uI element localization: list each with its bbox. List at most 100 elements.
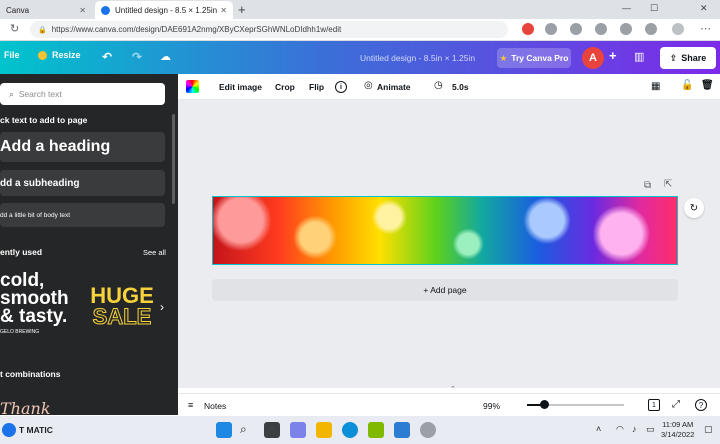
see-all-link[interactable]: See all: [143, 248, 166, 257]
snipping-tool-icon[interactable]: [368, 422, 384, 438]
share-button[interactable]: ⇪ Share: [660, 47, 716, 69]
add-heading-label: Add a heading: [0, 138, 111, 155]
profile-avatar[interactable]: [672, 23, 684, 35]
canva-favicon-icon: [101, 5, 110, 15]
search-icon: ⌕: [9, 88, 14, 99]
resize-button[interactable]: Resize: [38, 50, 81, 60]
recorder-logo-icon: [2, 423, 16, 437]
click-to-add-label: ck text to add to page: [0, 115, 88, 125]
fullscreen-icon[interactable]: ⤢: [672, 399, 680, 410]
try-canva-pro-button[interactable]: ★ Try Canva Pro: [497, 48, 571, 68]
search-icon[interactable]: ⌕: [240, 422, 256, 438]
chevron-right-icon[interactable]: ›: [160, 300, 164, 314]
color-picker-icon[interactable]: [186, 80, 199, 93]
todo-icon[interactable]: [394, 422, 410, 438]
refresh-icon[interactable]: ↻: [10, 22, 19, 35]
windows-taskbar: T MATIC ⌕ ˄ ◠ ♪ ▭ 11:09 AM 3/14/2022 ▢: [0, 416, 720, 444]
flip-button[interactable]: Flip: [309, 82, 324, 92]
add-body-text-button[interactable]: dd a little bit of body text: [0, 203, 165, 227]
tab-untitled-design[interactable]: Untitled design - 8.5 × 1.25in ✕: [95, 1, 233, 19]
url-field[interactable]: 🔒 https://www.canva.com/design/DAE691A2n…: [30, 21, 508, 38]
analytics-icon[interactable]: ▥: [634, 50, 644, 63]
cloud-save-icon[interactable]: ☁: [160, 50, 171, 63]
wifi-icon[interactable]: ◠: [616, 424, 624, 435]
url-text: https://www.canva.com/design/DAE691A2nmg…: [51, 25, 342, 34]
animate-button[interactable]: Animate: [377, 82, 411, 92]
notification-icon[interactable]: ▢: [704, 424, 713, 435]
huge-text: HUGE: [90, 283, 154, 308]
battery-icon[interactable]: ▭: [646, 424, 655, 435]
add-page-icon[interactable]: ⇱: [664, 179, 672, 190]
maximize-button[interactable]: ☐: [650, 3, 658, 14]
template-line-3: & tasty.: [0, 306, 68, 327]
edit-image-button[interactable]: Edit image: [219, 82, 262, 92]
add-subheading-button[interactable]: dd a subheading: [0, 170, 165, 196]
page-count-button[interactable]: 1: [648, 399, 660, 411]
duplicate-page-icon[interactable]: ⧉: [644, 180, 651, 191]
recently-used-label: ently used: [0, 247, 43, 257]
crop-button[interactable]: Crop: [275, 82, 295, 92]
close-tab-icon[interactable]: ✕: [79, 6, 86, 15]
volume-icon[interactable]: ♪: [632, 424, 637, 434]
animate-icon: ◎: [364, 80, 373, 91]
file-explorer-icon[interactable]: [316, 422, 332, 438]
document-title[interactable]: Untitled design - 8.5in × 1.25in: [360, 53, 475, 63]
help-icon[interactable]: ?: [695, 399, 707, 411]
editor-footer: ≡ Notes 99% 1 ⤢ ?: [178, 393, 720, 416]
duration-button[interactable]: 5.0s: [452, 82, 469, 92]
share-label: Share: [681, 53, 707, 63]
collections-icon[interactable]: [620, 23, 632, 35]
add-subheading-label: dd a subheading: [0, 177, 80, 189]
recent-template-huge-sale[interactable]: HUGE SALE: [86, 285, 158, 335]
banner-design-image[interactable]: [212, 196, 678, 265]
screen-recorder-widget[interactable]: T MATIC: [2, 421, 53, 439]
search-placeholder: Search text: [18, 89, 62, 99]
extension-icon[interactable]: [522, 23, 534, 35]
minimize-button[interactable]: —: [622, 3, 631, 13]
panel-scrollbar[interactable]: [172, 114, 175, 204]
notes-button[interactable]: Notes: [204, 401, 226, 411]
system-clock[interactable]: 11:09 AM 3/14/2022: [661, 420, 694, 440]
try-pro-label: Try Canva Pro: [511, 53, 569, 63]
rotate-icon[interactable]: ↻: [684, 198, 704, 218]
redo-icon[interactable]: ↷: [132, 50, 142, 64]
info-icon[interactable]: i: [335, 81, 347, 93]
undo-icon[interactable]: ↶: [102, 50, 112, 64]
tab-canva[interactable]: Canva ✕: [0, 1, 92, 19]
reader-icon[interactable]: [545, 23, 557, 35]
add-page-button[interactable]: + Add page: [212, 279, 678, 301]
context-toolbar: Edit image Crop Flip i ◎ Animate ◷ 5.0s …: [178, 74, 720, 100]
new-tab-button[interactable]: +: [238, 2, 246, 17]
edge-icon[interactable]: [342, 422, 358, 438]
extensions-icon[interactable]: [645, 23, 657, 35]
transparency-icon[interactable]: ▦: [651, 81, 660, 92]
file-menu-button[interactable]: File: [4, 50, 20, 60]
recorder-label: T MATIC: [19, 425, 53, 435]
browser-tab-strip: Canva ✕ Untitled design - 8.5 × 1.25in ✕…: [0, 0, 720, 19]
favorites-icon[interactable]: [595, 23, 607, 35]
close-tab-icon[interactable]: ✕: [220, 6, 227, 15]
tray-chevron-icon[interactable]: ˄: [596, 424, 601, 434]
font-combinations-label: t combinations: [0, 369, 61, 379]
more-menu-icon[interactable]: ⋯: [700, 22, 711, 35]
task-view-icon[interactable]: [264, 422, 280, 438]
lock-element-icon[interactable]: 🔓: [681, 80, 693, 91]
clock-time: 11:09 AM: [662, 420, 694, 429]
add-collaborator-icon[interactable]: +: [609, 48, 617, 63]
teams-icon[interactable]: [290, 422, 306, 438]
clock-date: 3/14/2022: [661, 430, 695, 439]
recent-template-cold-smooth[interactable]: cold, smooth & tasty. GELO BREWING: [0, 271, 70, 342]
delete-icon[interactable]: 🗑: [701, 80, 714, 91]
zoom-level[interactable]: 99%: [483, 401, 500, 411]
favorite-star-icon[interactable]: [570, 23, 582, 35]
address-bar-row: ↻ 🔒 https://www.canva.com/design/DAE691A…: [0, 19, 720, 41]
user-avatar[interactable]: A: [582, 47, 604, 69]
template-subtext: GELO BREWING: [0, 329, 40, 335]
add-heading-button[interactable]: Add a heading: [0, 132, 165, 162]
recorder-app-icon[interactable]: [420, 422, 436, 438]
chevron-up-icon[interactable]: ⌃: [450, 385, 456, 393]
windows-start-icon[interactable]: [216, 422, 232, 438]
clock-icon: ◷: [434, 80, 443, 91]
close-window-button[interactable]: ✕: [700, 3, 708, 14]
search-text-input[interactable]: ⌕ Search text: [0, 83, 165, 105]
